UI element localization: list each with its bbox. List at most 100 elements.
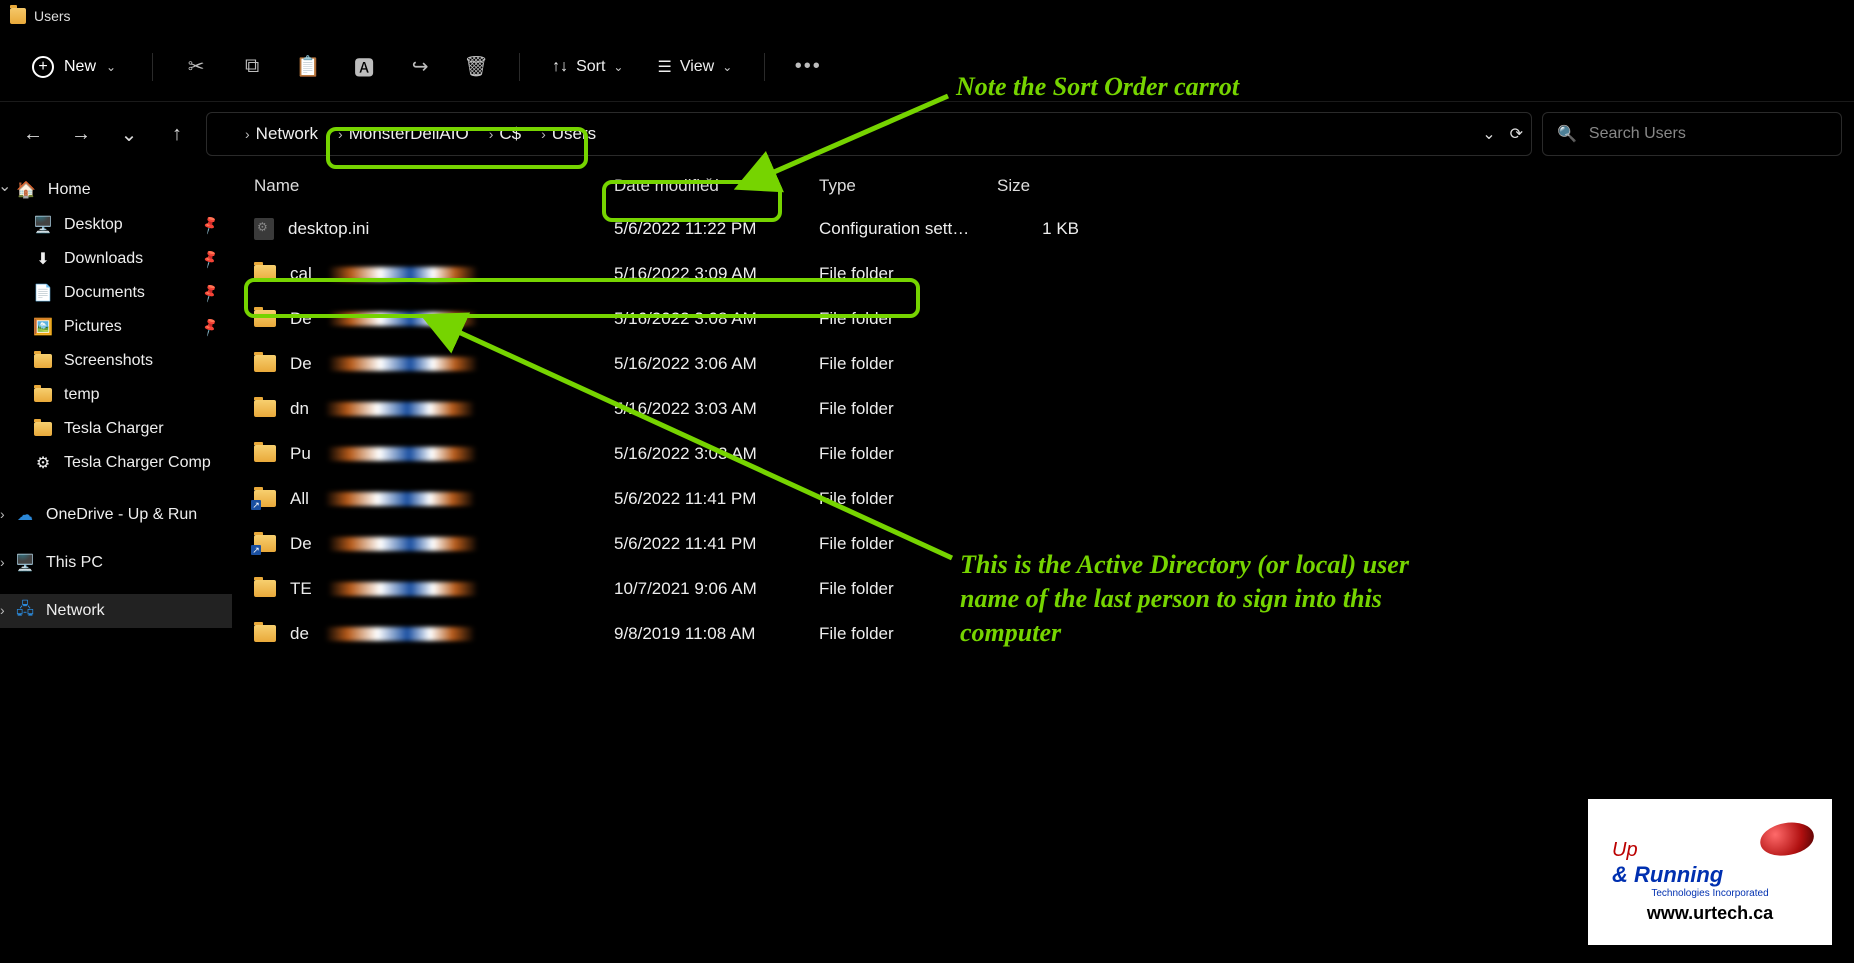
crumb-network[interactable]: Network›	[256, 124, 343, 144]
row-name: dn	[290, 399, 309, 419]
more-button[interactable]: •••	[789, 48, 827, 86]
folder-icon	[219, 126, 239, 142]
back-button[interactable]: ←	[14, 115, 52, 153]
redacted-blur	[328, 312, 478, 326]
row-type: File folder	[819, 489, 989, 509]
row-size: 1 KB	[989, 219, 1109, 239]
folder-icon	[254, 580, 276, 597]
view-button[interactable]: ☰ View ⌄	[649, 51, 740, 83]
col-size[interactable]: Size	[989, 176, 1109, 196]
refresh-icon[interactable]: ⟳	[1510, 124, 1523, 144]
copy-icon[interactable]: ⧉	[233, 48, 271, 86]
sidebar-desktop[interactable]: 🖥️ Desktop📌	[0, 208, 232, 242]
search-input[interactable]: 🔍 Search Users	[1542, 112, 1842, 156]
up-button[interactable]: ↑	[158, 115, 196, 153]
recent-button[interactable]: ⌄	[110, 115, 148, 153]
toolbar: + New ⌄ ✂ ⧉ 📋 🅰 ↪ 🗑 ↑↓ Sort ⌄ ☰ View ⌄ •…	[0, 32, 1854, 102]
sidebar-pictures[interactable]: 🖼️ Pictures📌	[0, 310, 232, 344]
batch-icon: ⚙	[34, 454, 52, 472]
col-name[interactable]: Name	[254, 176, 614, 196]
folder-icon	[254, 265, 276, 282]
mouse-icon	[1758, 819, 1817, 860]
crumb-users[interactable]: Users	[552, 124, 596, 144]
document-icon: 📄	[34, 284, 52, 302]
share-icon[interactable]: ↪	[401, 48, 439, 86]
sort-caret-icon: ⌄	[704, 170, 714, 184]
row-name: de	[290, 624, 309, 644]
row-date: 5/16/2022 3:03 AM	[614, 444, 819, 464]
col-type[interactable]: Type	[819, 176, 989, 196]
separator	[519, 53, 520, 81]
row-date: 5/6/2022 11:41 PM	[614, 534, 819, 554]
sort-button[interactable]: ↑↓ Sort ⌄	[544, 52, 631, 82]
paste-icon[interactable]: 📋	[289, 48, 327, 86]
table-row[interactable]: desktop.ini5/6/2022 11:22 PMConfiguratio…	[232, 206, 1854, 251]
home-icon: 🏠	[16, 180, 36, 200]
crumb-host[interactable]: MonsterDellAIO›	[349, 124, 494, 144]
nav-row: ← → ⌄ ↑ › Network› MonsterDellAIO› C$› U…	[0, 102, 1854, 166]
redacted-blur	[328, 267, 478, 281]
sidebar-folder[interactable]: Tesla Charger	[0, 412, 232, 446]
sidebar-home[interactable]: 🏠 Home	[0, 172, 232, 208]
history-chevron-icon[interactable]: ⌄	[1482, 124, 1495, 144]
row-date: 9/8/2019 11:08 AM	[614, 624, 819, 644]
forward-button[interactable]: →	[62, 115, 100, 153]
chevron-down-icon: ⌄	[106, 60, 116, 74]
chevron-down-icon: ⌄	[613, 60, 623, 74]
annotation-text-bottom: This is the Active Directory (or local) …	[960, 548, 1440, 649]
folder-icon	[254, 400, 276, 417]
redacted-blur	[328, 582, 478, 596]
folder-icon	[254, 625, 276, 642]
row-type: File folder	[819, 444, 989, 464]
pin-icon: 📌	[199, 316, 221, 338]
table-row[interactable]: Pu5/16/2022 3:03 AMFile folder	[232, 431, 1854, 476]
sidebar-documents[interactable]: 📄 Documents📌	[0, 276, 232, 310]
row-name: All	[290, 489, 309, 509]
pin-icon: 📌	[199, 248, 221, 270]
sidebar-network[interactable]: 🖧 Network	[0, 594, 232, 628]
row-date: 5/16/2022 3:03 AM	[614, 399, 819, 419]
download-icon: ⬇	[34, 250, 52, 268]
row-name: De	[290, 309, 312, 329]
delete-icon[interactable]: 🗑	[457, 48, 495, 86]
redacted-blur	[325, 492, 475, 506]
table-row[interactable]: De5/16/2022 3:08 AMFile folder	[232, 296, 1854, 341]
sidebar-folder[interactable]: ⚙ Tesla Charger Comp	[0, 446, 232, 480]
plus-icon: +	[32, 56, 54, 78]
cut-icon[interactable]: ✂	[177, 48, 215, 86]
sidebar-folder[interactable]: temp	[0, 378, 232, 412]
redacted-blur	[328, 357, 478, 371]
cloud-icon: ☁	[16, 506, 34, 524]
table-row[interactable]: De5/16/2022 3:06 AMFile folder	[232, 341, 1854, 386]
table-row[interactable]: dn5/16/2022 3:03 AMFile folder	[232, 386, 1854, 431]
sidebar-downloads[interactable]: ⬇ Downloads📌	[0, 242, 232, 276]
sidebar-onedrive[interactable]: ☁ OneDrive - Up & Run	[0, 498, 232, 532]
row-date: 10/7/2021 9:06 AM	[614, 579, 819, 599]
title-bar: Users	[0, 0, 1854, 32]
view-icon: ☰	[657, 57, 671, 77]
table-row[interactable]: All5/6/2022 11:41 PMFile folder	[232, 476, 1854, 521]
desktop-icon: 🖥️	[34, 216, 52, 234]
row-name: desktop.ini	[288, 219, 369, 239]
sidebar-thispc[interactable]: 🖥️ This PC	[0, 546, 232, 580]
annotation-text-top: Note the Sort Order carrot	[956, 70, 1239, 104]
sort-label: Sort	[576, 58, 605, 76]
row-name: De	[290, 534, 312, 554]
row-name: cal	[290, 264, 312, 284]
row-date: 5/16/2022 3:08 AM	[614, 309, 819, 329]
rename-icon[interactable]: 🅰	[345, 48, 383, 86]
sidebar-folder[interactable]: Screenshots	[0, 344, 232, 378]
crumb-drive[interactable]: C$›	[499, 124, 545, 144]
folder-icon	[34, 388, 52, 402]
new-button[interactable]: + New ⌄	[20, 50, 128, 84]
sort-icon: ↑↓	[552, 58, 568, 76]
table-row[interactable]: cal5/16/2022 3:09 AMFile folder	[232, 251, 1854, 296]
row-date: 5/16/2022 3:09 AM	[614, 264, 819, 284]
logo-watermark: Up & Running Technologies Incorporated w…	[1588, 799, 1832, 945]
network-icon: 🖧	[16, 602, 34, 620]
breadcrumb-bar[interactable]: › Network› MonsterDellAIO› C$› Users ⌄ ⟳	[206, 112, 1532, 156]
search-icon: 🔍	[1557, 124, 1577, 144]
new-label: New	[64, 58, 96, 76]
col-date[interactable]: ⌄ Date modified	[614, 176, 819, 196]
column-headers: Name ⌄ Date modified Type Size	[232, 166, 1854, 206]
